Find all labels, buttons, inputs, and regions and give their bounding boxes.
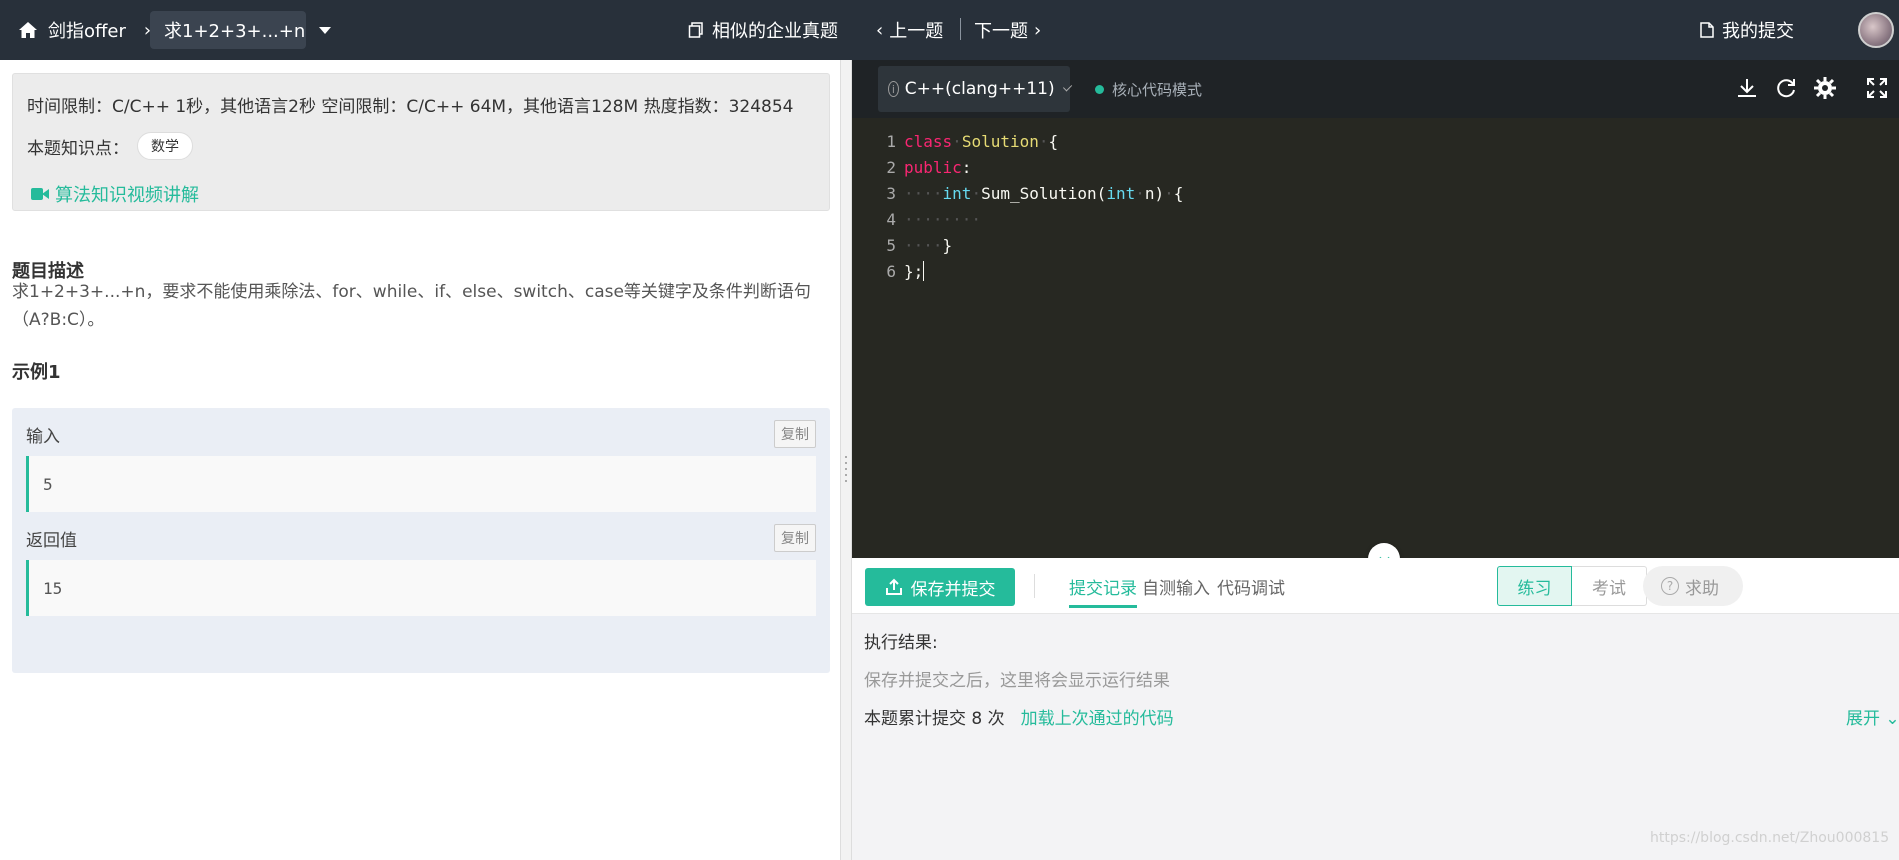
settings-icon[interactable] bbox=[1810, 73, 1840, 103]
submit-label: 保存并提交 bbox=[910, 579, 996, 600]
load-last-passed-code-link[interactable]: 加载上次通过的代码 bbox=[1021, 704, 1174, 729]
next-label: 下一题 bbox=[974, 21, 1028, 42]
document-icon bbox=[1700, 22, 1714, 38]
language-label: C++(clang++11) bbox=[904, 79, 1055, 99]
expand-link[interactable]: 展开 ⌄ bbox=[1846, 704, 1899, 729]
submission-info: 本题累计提交 8 次 加载上次通过的代码 bbox=[864, 704, 1174, 729]
code-line: 4 ········ bbox=[886, 209, 982, 229]
input-value: 5 bbox=[26, 456, 816, 512]
video-explanation-link[interactable]: 算法知识视频讲解 bbox=[31, 181, 199, 207]
question-icon: ? bbox=[1661, 577, 1679, 595]
limits-text: 时间限制：C/C++ 1秒，其他语言2秒 空间限制：C/C++ 64M，其他语言… bbox=[27, 97, 794, 117]
similar-label: 相似的企业真题 bbox=[712, 21, 838, 42]
editor-toolbar: i C++(clang++11) 核心代码模式 bbox=[852, 60, 1899, 118]
output-label: 返回值 bbox=[26, 531, 77, 551]
home-link[interactable]: 剑指offer › bbox=[18, 0, 151, 60]
code-line: 2 public: bbox=[886, 157, 972, 177]
help-button[interactable]: ? 求助 bbox=[1643, 566, 1743, 606]
my-submissions-link[interactable]: 我的提交 bbox=[1700, 0, 1794, 60]
copy-output-button[interactable]: 复制 bbox=[774, 524, 816, 552]
download-icon[interactable] bbox=[1732, 73, 1762, 103]
example-title: 示例1 bbox=[12, 362, 61, 383]
prev-question-button[interactable]: ‹ 上一题 bbox=[876, 0, 943, 60]
tab-self-test-input[interactable]: 自测输入 bbox=[1142, 558, 1210, 614]
example-box: 输入 复制 5 返回值 复制 15 bbox=[12, 408, 830, 673]
submit-bar: 保存并提交 提交记录 自测输入 代码调试 练习 考试 ? 求助 bbox=[852, 558, 1899, 614]
chevron-right-icon: › bbox=[1034, 19, 1042, 41]
language-select[interactable]: i C++(clang++11) bbox=[878, 66, 1073, 112]
problem-description: 求1+2+3+...+n，要求不能使用乘除法、for、while、if、else… bbox=[12, 282, 811, 330]
code-line: 5 ····} bbox=[886, 235, 953, 255]
code-line: 6}; bbox=[886, 261, 925, 281]
chevron-left-icon: ‹ bbox=[876, 19, 884, 41]
video-camera-icon bbox=[31, 187, 49, 201]
drag-handle-icon bbox=[845, 456, 847, 482]
exam-mode-button[interactable]: 考试 bbox=[1572, 566, 1647, 606]
code-line: 1 class · Solution ·{ bbox=[886, 131, 1059, 151]
user-avatar[interactable] bbox=[1858, 12, 1894, 48]
knowledge-points: 本题知识点： 数学 bbox=[27, 132, 193, 160]
home-label: 剑指offer bbox=[48, 21, 126, 42]
chevron-down-icon bbox=[1062, 82, 1073, 92]
problem-panel: 时间限制：C/C++ 1秒，其他语言2秒 空间限制：C/C++ 64M，其他语言… bbox=[0, 60, 840, 860]
top-nav-bar: 剑指offer › 求1+2+3+...+n 相似的企业真题 ‹ 上一题 下一题… bbox=[0, 0, 1899, 60]
prev-label: 上一题 bbox=[889, 21, 944, 42]
watermark: https://blog.csdn.net/Zhou000815 bbox=[1650, 830, 1890, 846]
info-icon: i bbox=[888, 81, 899, 97]
home-icon bbox=[19, 22, 37, 38]
input-label: 输入 bbox=[26, 427, 60, 447]
divider bbox=[960, 18, 961, 40]
panel-splitter[interactable] bbox=[840, 60, 852, 860]
next-question-button[interactable]: 下一题 › bbox=[974, 0, 1041, 60]
code-line: 3 ···· int · Sum_Solution(int · n) ·{ bbox=[886, 183, 1184, 203]
tab-code-debug[interactable]: 代码调试 bbox=[1217, 558, 1285, 614]
video-link-label: 算法知识视频讲解 bbox=[55, 185, 199, 206]
code-editor[interactable]: 1 class · Solution ·{ 2 public: 3 ···· int · Sum_… bbox=[852, 118, 1899, 558]
topic-label: 求1+2+3+...+n bbox=[164, 21, 306, 42]
output-value: 15 bbox=[26, 560, 816, 616]
status-dot-icon bbox=[1095, 84, 1104, 94]
knowledge-tag[interactable]: 数学 bbox=[137, 132, 193, 160]
divider bbox=[1034, 574, 1035, 598]
fullscreen-icon[interactable] bbox=[1862, 73, 1892, 103]
caret-down-icon bbox=[319, 26, 332, 34]
text-cursor bbox=[923, 261, 925, 281]
knowledge-label: 本题知识点： bbox=[27, 138, 129, 159]
similar-questions-link[interactable]: 相似的企业真题 bbox=[688, 0, 838, 60]
copy-input-button[interactable]: 复制 bbox=[774, 420, 816, 448]
mode-label: 核心代码模式 bbox=[1112, 80, 1203, 99]
result-label: 执行结果: bbox=[864, 633, 938, 653]
tab-submission-records[interactable]: 提交记录 bbox=[1053, 558, 1153, 614]
result-panel: 执行结果: 保存并提交之后，这里将会显示运行结果 本题累计提交 8 次 加载上次… bbox=[852, 614, 1899, 860]
upload-icon bbox=[885, 578, 902, 595]
submission-count: 本题累计提交 8 次 bbox=[864, 709, 1005, 729]
my-submissions-label: 我的提交 bbox=[1722, 21, 1794, 42]
reset-icon[interactable] bbox=[1771, 73, 1801, 103]
practice-mode-button[interactable]: 练习 bbox=[1497, 566, 1572, 606]
help-label: 求助 bbox=[1685, 578, 1719, 599]
code-mode-indicator: 核心代码模式 bbox=[1095, 60, 1202, 118]
result-hint: 保存并提交之后，这里将会显示运行结果 bbox=[864, 671, 1170, 691]
save-submit-button[interactable]: 保存并提交 bbox=[865, 568, 1015, 606]
topic-dropdown[interactable]: 求1+2+3+...+n bbox=[150, 11, 332, 49]
problem-info-box: 时间限制：C/C++ 1秒，其他语言2秒 空间限制：C/C++ 64M，其他语言… bbox=[12, 73, 830, 211]
copy-pages-icon bbox=[688, 22, 703, 38]
